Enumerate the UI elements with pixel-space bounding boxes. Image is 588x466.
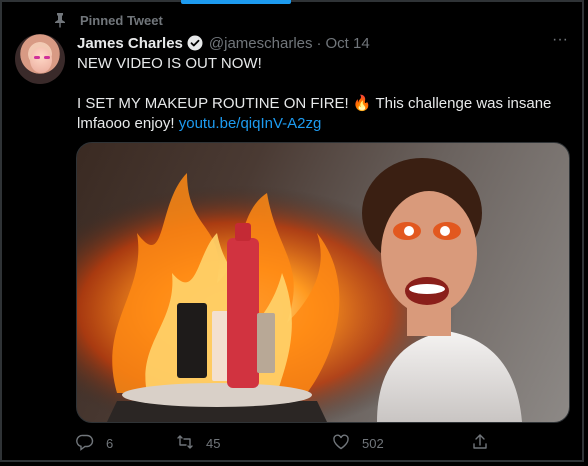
like-count: 502 xyxy=(362,435,384,451)
tweet-text: NEW VIDEO IS OUT NOW! I SET MY MAKEUP RO… xyxy=(77,54,567,134)
video-thumbnail-icon xyxy=(77,143,569,422)
tweet-actions: 6 45 502 xyxy=(76,432,496,454)
tweet-text-fragment: lmfaooo enjoy! xyxy=(77,115,179,132)
more-options-button[interactable]: ··· xyxy=(550,32,570,53)
reply-icon xyxy=(76,433,94,454)
pinned-text: Pinned Tweet xyxy=(80,12,163,28)
pin-icon xyxy=(52,12,68,28)
avatar[interactable] xyxy=(15,34,65,84)
avatar-eye-right xyxy=(44,56,50,59)
separator: · xyxy=(316,34,322,52)
video-link[interactable]: youtu.be/qiqInV-A2zg xyxy=(179,115,322,132)
tweet-text-line: NEW VIDEO IS OUT NOW! xyxy=(77,55,262,72)
share-button[interactable] xyxy=(471,433,489,454)
tweet-header: James Charles @jamescharles · Oct 14 xyxy=(77,33,568,53)
avatar-face xyxy=(30,47,52,73)
tweet-text-line: lmfaooo enjoy! youtu.be/qiqInV-A2zg xyxy=(77,114,567,134)
reply-button[interactable]: 6 xyxy=(76,433,113,454)
like-button[interactable]: 502 xyxy=(332,433,384,454)
avatar-eye-left xyxy=(34,56,40,59)
retweet-button[interactable]: 45 xyxy=(176,433,220,454)
tweet-text-line: I SET MY MAKEUP ROUTINE ON FIRE! 🔥 This … xyxy=(77,95,552,112)
media-thumbnail[interactable] xyxy=(76,142,570,423)
author-handle[interactable]: @jamescharles xyxy=(209,35,313,52)
retweet-count: 45 xyxy=(206,435,221,451)
heart-icon xyxy=(332,433,350,454)
tweet-date[interactable]: Oct 14 xyxy=(326,35,370,52)
retweet-icon xyxy=(176,433,194,454)
verified-badge-icon xyxy=(187,35,203,51)
reply-count: 6 xyxy=(106,435,114,451)
active-tab-indicator xyxy=(181,0,291,4)
pinned-tweet-label: Pinned Tweet xyxy=(52,12,163,28)
share-icon xyxy=(471,433,489,454)
author-name[interactable]: James Charles xyxy=(77,35,183,52)
